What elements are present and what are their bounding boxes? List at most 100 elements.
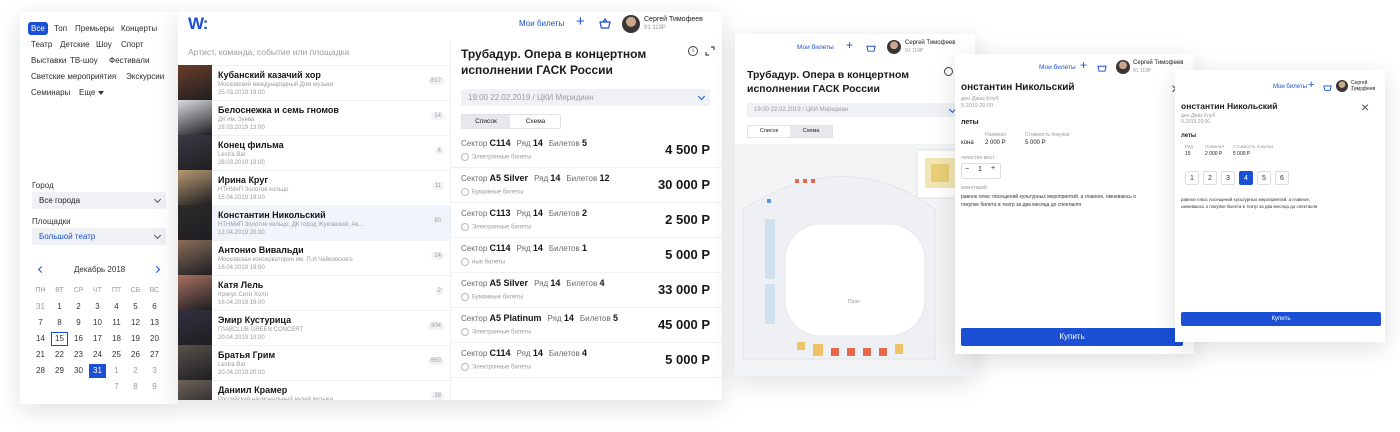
calendar-day[interactable]: 29 (51, 364, 68, 378)
basket-icon[interactable] (1097, 63, 1107, 72)
calendar-day[interactable]: 21 (32, 348, 49, 362)
calendar-day[interactable]: 9 (70, 316, 87, 330)
search-input[interactable]: Артист, команда, событие или площадка (188, 47, 349, 57)
category-social[interactable]: Светские мероприятия (28, 70, 119, 83)
plus-icon[interactable]: + (1080, 58, 1087, 72)
tab-scheme[interactable]: Схема (511, 115, 560, 128)
decrement-button[interactable]: − (965, 166, 969, 173)
calendar-day[interactable]: 7 (32, 316, 49, 330)
calendar-day[interactable]: 18 (108, 332, 125, 346)
calendar-day[interactable]: 20 (146, 332, 163, 346)
session-select[interactable]: 19:00 22.02.2019 / ЦКИ Меридиан (461, 89, 710, 106)
category-top[interactable]: Топ (51, 22, 70, 35)
event-list-item[interactable]: Эмир Кустурица ГЛАВCLUB GREEN CONCERT 20.0… (178, 310, 450, 346)
category-exhibitions[interactable]: Выставки (28, 54, 69, 67)
basket-icon[interactable] (599, 18, 611, 29)
plus-icon[interactable]: + (576, 13, 585, 30)
avatar[interactable] (1336, 80, 1348, 92)
quantity-option[interactable]: 2 (1203, 171, 1217, 185)
calendar-day[interactable]: 3 (146, 364, 163, 378)
calendar-day[interactable]: 28 (32, 364, 49, 378)
quantity-option[interactable]: 3 (1221, 171, 1235, 185)
calendar-day[interactable]: 14 (32, 332, 49, 346)
avatar[interactable] (1116, 60, 1130, 74)
venue-select[interactable]: Большой театр (32, 228, 166, 245)
ticket-offer[interactable]: Сектор C114 Ряд 14 Билетов 4 Электронные би… (451, 342, 722, 378)
logo[interactable]: W: (188, 14, 208, 34)
ticket-offer[interactable]: Сектор C114 Ряд 14 Билетов 1 ные билеты 5 00… (451, 237, 722, 273)
calendar-day[interactable]: 4 (108, 300, 125, 314)
category-festivals[interactable]: Фестивали (106, 54, 152, 67)
category-all[interactable]: Все (28, 22, 48, 35)
category-premieres[interactable]: Премьеры (72, 22, 117, 35)
calendar-day[interactable]: 6 (146, 300, 163, 314)
calendar-day[interactable]: 5 (127, 300, 144, 314)
calendar-day[interactable]: 9 (146, 380, 163, 394)
tab-list[interactable]: Список (748, 126, 790, 137)
calendar-day[interactable]: 12 (127, 316, 144, 330)
quantity-stepper[interactable]: − 1 + (961, 163, 1001, 179)
calendar-day[interactable]: 7 (108, 380, 125, 394)
info-icon[interactable]: i (688, 46, 698, 56)
calendar-day[interactable]: 24 (89, 348, 106, 362)
calendar-next-icon[interactable] (152, 265, 161, 274)
expand-icon[interactable] (705, 46, 715, 56)
quantity-option[interactable]: 4 (1239, 171, 1253, 185)
calendar-day[interactable]: 15 (51, 332, 68, 346)
event-list-item[interactable]: Конец фильма Lestra Bar 28.03.2019 19:00 4 (178, 135, 450, 171)
category-more[interactable]: Еще (76, 86, 98, 99)
my-tickets-link[interactable]: Мои билеты (519, 19, 564, 28)
my-tickets-link[interactable]: Мои билеты (1273, 84, 1307, 90)
my-tickets-link[interactable]: Мои билеты (797, 44, 834, 51)
event-list-item[interactable]: Белоснежка и семь гномов ДК им. Зуева 28.0… (178, 100, 450, 136)
event-list-item[interactable]: Катя Лель Крокус Сити Холл 16.04.2019 19:0… (178, 275, 450, 311)
calendar-day[interactable]: 8 (127, 380, 144, 394)
quantity-option[interactable]: 5 (1257, 171, 1271, 185)
calendar-day[interactable]: 22 (51, 348, 68, 362)
calendar-day[interactable]: 10 (89, 316, 106, 330)
calendar-day[interactable]: 2 (127, 364, 144, 378)
increment-button[interactable]: + (991, 165, 995, 172)
calendar-day[interactable]: 30 (70, 364, 87, 378)
tab-scheme[interactable]: Схема (790, 126, 832, 137)
buy-button[interactable]: Купить (961, 328, 1183, 346)
event-list-item[interactable]: Даниил Крамер Российский национальный муз… (178, 380, 450, 400)
calendar-prev-icon[interactable] (37, 265, 46, 274)
category-kids[interactable]: Детские (57, 38, 93, 51)
calendar-day[interactable]: 11 (108, 316, 125, 330)
event-list-item[interactable]: Братья Грим Lestra Bar 20.04.2019 20:00 650 (178, 345, 450, 381)
calendar-day[interactable]: 25 (108, 348, 125, 362)
plus-icon[interactable]: + (846, 38, 853, 52)
avatar[interactable] (622, 15, 640, 33)
category-excursions[interactable]: Экскурсии (123, 70, 167, 83)
calendar-day[interactable]: 31 (32, 300, 49, 314)
buy-button[interactable]: Купить (1181, 312, 1381, 326)
ticket-offer[interactable]: Сектор A5 Silver Ряд 14 Билетов 12 Бумажные… (451, 167, 722, 203)
ticket-offer[interactable]: Сектор C114 Ряд 14 Билетов 5 Электронные би… (451, 132, 722, 168)
ticket-offer[interactable]: Сектор A5 Platinum Ряд 14 Билетов 5 Электро… (451, 307, 722, 343)
category-concerts[interactable]: Концерты (118, 22, 160, 35)
category-tv-show[interactable]: ТВ-шоу (67, 54, 101, 67)
seat-map[interactable]: Поле + − (735, 144, 975, 376)
category-theatre[interactable]: Театр (28, 38, 55, 51)
basket-icon[interactable] (866, 43, 876, 52)
plus-icon[interactable]: + (1308, 79, 1314, 91)
event-list-item[interactable]: Ирина Круг НТНМиП Золотое кольцо 15.04.201… (178, 170, 450, 206)
close-icon[interactable]: × (1361, 100, 1369, 114)
calendar-day[interactable]: 8 (51, 316, 68, 330)
ticket-offer[interactable]: Сектор C113 Ряд 14 Билетов 2 Электронные би… (451, 202, 722, 238)
calendar-day[interactable]: 16 (70, 332, 87, 346)
calendar-day[interactable]: 13 (146, 316, 163, 330)
event-list-item[interactable]: Антонио Вивальди Московская консерватория… (178, 240, 450, 276)
calendar-day[interactable]: 1 (51, 300, 68, 314)
calendar-day[interactable]: 27 (146, 348, 163, 362)
city-select[interactable]: Все города (32, 192, 166, 209)
tab-list[interactable]: Список (462, 115, 510, 128)
event-list-item[interactable]: Кубанский казачий хор Московский междунар… (178, 65, 450, 101)
calendar-day[interactable]: 31 (89, 364, 106, 378)
quantity-option[interactable]: 6 (1275, 171, 1289, 185)
avatar[interactable] (887, 40, 901, 54)
info-icon[interactable] (944, 67, 953, 76)
calendar-day[interactable]: 23 (70, 348, 87, 362)
category-show[interactable]: Шоу (93, 38, 115, 51)
